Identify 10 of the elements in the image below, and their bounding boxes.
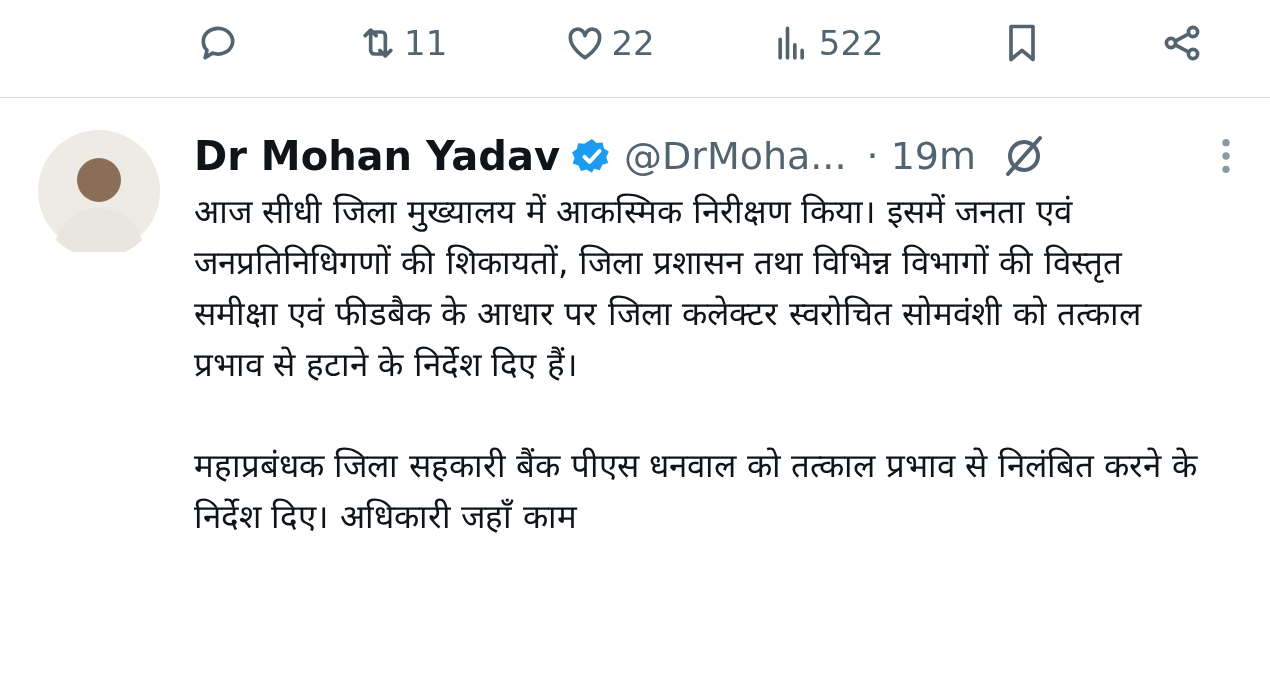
more-icon[interactable] <box>1220 136 1232 176</box>
author-name[interactable]: Dr Mohan Yadav <box>194 126 560 186</box>
author-handle[interactable]: @DrMoha... <box>624 127 847 185</box>
tweet-text: महाप्रबंधक जिला सहकारी बैंक पीएस धनवाल को तत्काल प्रभाव से निलंबित करने के निर्देश दिए। अधिकारी जहाँ काम <box>194 445 1199 538</box>
avatar[interactable] <box>38 130 160 252</box>
like-button[interactable]: 22 <box>563 17 655 69</box>
tweet-text: आज सीधी जिला मुख्यालय में आकस्मिक निरीक्षण किया। इसमें जनता एवं जनप्रतिनिधिगणों की शिकायतों, जिला प्रशासन तथा विभिन्न विभागों की विस्तृत समीक्षा एवं फीडबैक के आधार पर जिला कलेक्टर स्वरोचित सोमवंशी को तत्काल प्रभाव से हटाने के निर्देश दिए हैं। <box>194 191 1143 386</box>
retweet-button[interactable]: 11 <box>356 17 448 69</box>
views-button[interactable]: 522 <box>770 17 884 69</box>
post-time: · 19m <box>866 132 977 180</box>
